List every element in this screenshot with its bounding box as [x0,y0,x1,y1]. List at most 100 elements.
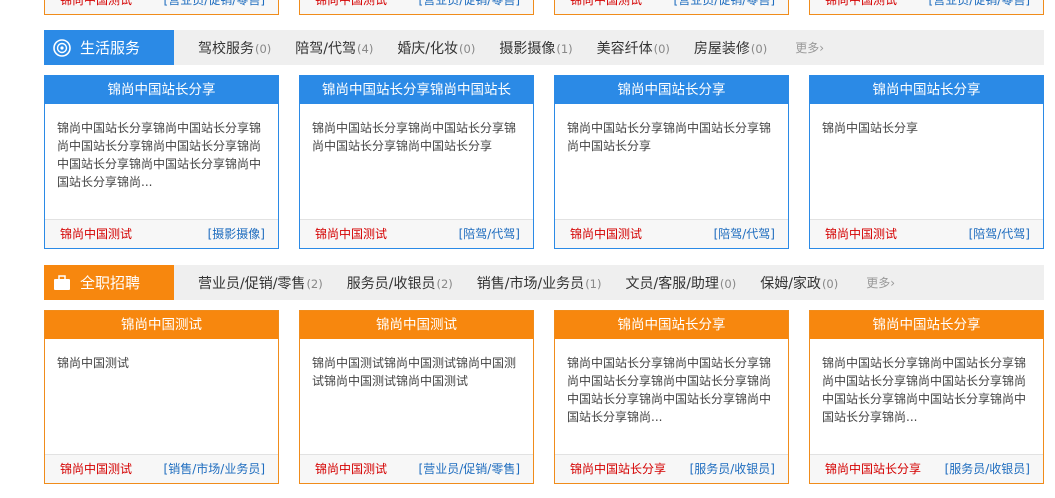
more-link[interactable]: 更多› [866,274,895,291]
nav-count: (1) [585,276,602,291]
life-card-2[interactable]: 锦尚中国站长分享锦尚中国站长 锦尚中国站长分享锦尚中国站长分享锦尚中国站长分享锦… [299,75,534,249]
card-source[interactable]: 锦尚中国测试 [60,0,132,14]
nav-item-housekeeping[interactable]: 保姆/家政(0) [760,273,838,293]
nav-count: (0) [750,41,768,56]
card-footer: 锦尚中国测试 [营业员/促销/零售] [300,454,533,483]
more-link[interactable]: 更多› [795,39,824,56]
nav-item-beauty[interactable]: 美容纤体(0) [597,38,670,58]
card-tag[interactable]: [营业员/促销/零售] [164,0,265,14]
card-source[interactable]: 锦尚中国测试 [825,220,897,248]
card-footer: 锦尚中国测试 [营业员/促销/零售] [555,0,788,14]
nav-label: 服务员/收银员 [346,275,436,292]
nav-label: 文员/客服/助理 [625,275,719,292]
nav-count: (0) [719,276,737,291]
card-footer: 锦尚中国测试 [营业员/促销/零售] [300,0,533,14]
card-footer: 锦尚中国测试 [营业员/促销/零售] [45,0,278,14]
nav-count: (1) [556,41,573,56]
card-source[interactable]: 锦尚中国测试 [315,0,387,14]
top-card-1[interactable]: 锦尚中国测试 [营业员/促销/零售] [44,0,279,15]
card-footer: 锦尚中国测试 [摄影摄像] [45,219,278,248]
nav-count: (0) [255,41,272,56]
section-bar-jobs: 全职招聘 营业员/促销/零售(2) 服务员/收银员(2) 销售/市场/业务员(1… [44,265,1044,300]
card-source[interactable]: 锦尚中国测试 [825,0,897,14]
section-bar-life: 生活服务 驾校服务(0) 陪驾/代驾(4) 婚庆/化妆(0) 摄影摄像(1) 美… [44,30,1044,65]
card-source[interactable]: 锦尚中国测试 [570,220,642,248]
card-title[interactable]: 锦尚中国站长分享 [810,311,1043,339]
job-card-4[interactable]: 锦尚中国站长分享 锦尚中国站长分享锦尚中国站长分享锦尚中国站长分享锦尚中国站长分… [809,310,1044,484]
card-tag[interactable]: [陪驾/代驾] [714,220,775,248]
card-title[interactable]: 锦尚中国站长分享 [555,311,788,339]
card-body: 锦尚中国测试 [57,356,130,370]
card-source[interactable]: 锦尚中国站长分享 [570,455,666,483]
nav-count: (0) [653,41,670,56]
card-source[interactable]: 锦尚中国测试 [570,0,642,14]
card-body: 锦尚中国站长分享锦尚中国站长分享锦尚中国站长分享锦尚中国站长分享锦尚中国站长分享… [567,356,772,424]
more-label: 更多 [795,41,820,55]
card-source[interactable]: 锦尚中国测试 [315,220,387,248]
section-title-life[interactable]: 生活服务 [44,30,174,65]
more-label: 更多 [866,276,891,290]
top-card-3[interactable]: 锦尚中国测试 [营业员/促销/零售] [554,0,789,15]
card-source[interactable]: 锦尚中国站长分享 [825,455,921,483]
nav-count: (0) [459,41,476,56]
nav-item-driving-school[interactable]: 驾校服务(0) [198,38,271,58]
card-source[interactable]: 锦尚中国测试 [315,455,387,483]
card-title[interactable]: 锦尚中国站长分享 [810,76,1043,104]
card-body: 锦尚中国测试锦尚中国测试锦尚中国测试锦尚中国测试锦尚中国测试 [312,356,517,388]
card-footer: 锦尚中国测试 [陪驾/代驾] [810,219,1043,248]
card-tag[interactable]: [陪驾/代驾] [459,220,520,248]
section-title-text: 生活服务 [80,39,141,57]
card-body: 锦尚中国站长分享锦尚中国站长分享锦尚中国站长分享锦尚中国站长分享锦尚中国站长分享… [57,121,262,189]
card-tag[interactable]: [服务员/收银员] [690,455,775,483]
card-tag[interactable]: [营业员/促销/零售] [419,455,520,483]
section-title-text: 全职招聘 [80,274,141,292]
card-tag[interactable]: [营业员/促销/零售] [674,0,775,14]
card-footer: 锦尚中国站长分享 [服务员/收银员] [810,454,1043,483]
nav-item-sales-marketing[interactable]: 销售/市场/业务员(1) [477,273,602,293]
job-card-3[interactable]: 锦尚中国站长分享 锦尚中国站长分享锦尚中国站长分享锦尚中国站长分享锦尚中国站长分… [554,310,789,484]
life-card-3[interactable]: 锦尚中国站长分享 锦尚中国站长分享锦尚中国站长分享锦尚中国站长分享 锦尚中国测试… [554,75,789,249]
nav-item-waiter[interactable]: 服务员/收银员(2) [347,273,453,293]
life-card-4[interactable]: 锦尚中国站长分享 锦尚中国站长分享 锦尚中国测试 [陪驾/代驾] [809,75,1044,249]
nav-count: (0) [821,276,839,291]
nav-count: (2) [436,276,453,291]
card-tag[interactable]: [陪驾/代驾] [969,220,1030,248]
card-source[interactable]: 锦尚中国测试 [60,220,132,248]
nav-item-renovation[interactable]: 房屋装修(0) [694,38,767,58]
card-tag[interactable]: [服务员/收银员] [945,455,1030,483]
card-title[interactable]: 锦尚中国站长分享 [555,76,788,104]
card-body: 锦尚中国站长分享锦尚中国站长分享锦尚中国站长分享锦尚中国站长分享锦尚中国站长分享… [822,356,1027,424]
nav-label: 驾校服务 [198,40,254,57]
job-card-1[interactable]: 锦尚中国测试 锦尚中国测试 锦尚中国测试 [销售/市场/业务员] [44,310,279,484]
card-footer: 锦尚中国测试 [陪驾/代驾] [555,219,788,248]
nav-label: 保姆/家政 [760,275,821,292]
nav-item-photography[interactable]: 摄影摄像(1) [499,38,572,58]
job-card-2[interactable]: 锦尚中国测试 锦尚中国测试锦尚中国测试锦尚中国测试锦尚中国测试锦尚中国测试 锦尚… [299,310,534,484]
card-body: 锦尚中国站长分享锦尚中国站长分享锦尚中国站长分享锦尚中国站长分享 [312,121,517,153]
life-card-1[interactable]: 锦尚中国站长分享 锦尚中国站长分享锦尚中国站长分享锦尚中国站长分享锦尚中国站长分… [44,75,279,249]
card-title[interactable]: 锦尚中国测试 [45,311,278,339]
nav-item-sales-clerk[interactable]: 营业员/促销/零售(2) [198,273,323,293]
card-source[interactable]: 锦尚中国测试 [60,455,132,483]
nav-item-driver[interactable]: 陪驾/代驾(4) [295,38,373,58]
section-title-jobs[interactable]: 全职招聘 [44,265,174,300]
nav-count: (4) [357,41,374,56]
card-tag[interactable]: [营业员/促销/零售] [419,0,520,14]
card-tag[interactable]: [营业员/促销/零售] [929,0,1030,14]
card-body: 锦尚中国站长分享锦尚中国站长分享锦尚中国站长分享 [567,121,772,153]
top-card-2[interactable]: 锦尚中国测试 [营业员/促销/零售] [299,0,534,15]
top-card-4[interactable]: 锦尚中国测试 [营业员/促销/零售] [809,0,1044,15]
chevron-right-icon: › [890,276,896,290]
nav-item-clerk[interactable]: 文员/客服/助理(0) [625,273,736,293]
card-tag[interactable]: [摄影摄像] [208,220,265,248]
card-title[interactable]: 锦尚中国站长分享锦尚中国站长 [300,76,533,104]
nav-item-wedding[interactable]: 婚庆/化妆(0) [397,38,475,58]
card-tag[interactable]: [销售/市场/业务员] [164,455,265,483]
card-title[interactable]: 锦尚中国站长分享 [45,76,278,104]
card-footer: 锦尚中国测试 [销售/市场/业务员] [45,454,278,483]
nav-label: 美容纤体 [596,40,653,57]
card-title[interactable]: 锦尚中国测试 [300,311,533,339]
nav-label: 营业员/促销/零售 [198,275,306,292]
nav-label: 摄影摄像 [499,40,556,57]
nav-label: 房屋装修 [693,40,750,57]
